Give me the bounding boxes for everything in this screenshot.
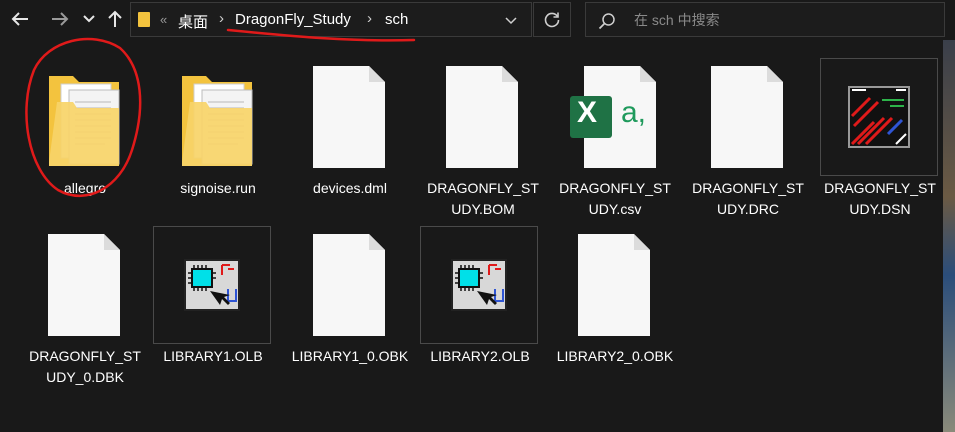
breadcrumb-sch[interactable]: sch [385,11,408,28]
file-item-dragonfly-study-csv[interactable]: X a, DRAGONFLY_STUDY.csv [554,57,674,217]
file-item-library2-olb[interactable]: LIBRARY2.OLB [419,225,539,385]
search-input[interactable] [634,10,924,30]
orcad-olb-icon [153,226,271,344]
file-item-devices-dml[interactable]: devices.dml [289,57,409,217]
arrow-up-icon [108,10,122,27]
excel-badge: X [577,96,598,129]
search-box[interactable] [585,2,945,37]
file-name: LIBRARY2.OLB [430,348,530,364]
file-name: DRAGONFLY_STUDY_0.DBK [29,348,141,385]
file-item-library1-0-obk[interactable]: LIBRARY1_0.OBK [289,225,409,385]
chevron-down-icon [83,15,95,23]
recent-locations-button[interactable] [80,6,98,32]
file-name: LIBRARY1.OLB [163,348,263,364]
file-name: LIBRARY2_0.OBK [556,348,674,364]
file-name: DRAGONFLY_STUDY.csv [559,180,671,217]
csv-preview-text: a, [621,96,647,129]
folder-icon [30,58,138,176]
file-name: DRAGONFLY_STUDY.DSN [824,180,936,217]
orcad-olb-icon [420,226,538,344]
document-icon [295,226,403,344]
desktop-background-edge [943,40,955,432]
arrow-left-icon [11,12,28,26]
address-bar[interactable]: « 桌面 › DragonFly_Study › sch [130,2,532,37]
refresh-icon [544,12,560,27]
search-icon [598,12,616,35]
file-item-dragonfly-study-0-dbk[interactable]: DRAGONFLY_STUDY_0.DBK [24,225,144,385]
file-name: DRAGONFLY_STUDY.BOM [427,180,539,217]
breadcrumb-separator-icon[interactable]: › [367,10,372,27]
breadcrumb-desktop[interactable]: 桌面 [178,11,208,32]
file-name: devices.dml [313,180,387,196]
folder-icon [163,58,271,176]
document-icon [295,58,403,176]
arrow-right-icon [52,12,69,26]
file-name: DRAGONFLY_STUDY.DRC [692,180,804,217]
excel-csv-icon: X a, [560,58,668,176]
navigation-toolbar: « 桌面 › DragonFly_Study › sch [0,0,955,40]
file-item-dragonfly-study-bom[interactable]: DRAGONFLY_STUDY.BOM [422,57,542,217]
file-name: allegro [63,180,107,196]
file-item-dragonfly-study-drc[interactable]: DRAGONFLY_STUDY.DRC [687,57,807,217]
orcad-dsn-icon [820,58,938,176]
file-item-dragonfly-study-dsn[interactable]: DRAGONFLY_STUDY.DSN [819,57,939,217]
document-icon [693,58,801,176]
address-dropdown-icon[interactable] [505,12,517,30]
document-icon [428,58,536,176]
file-item-allegro[interactable]: allegro [24,57,144,217]
up-button[interactable] [104,6,126,32]
file-item-library1-olb[interactable]: LIBRARY1.OLB [152,225,272,385]
breadcrumb-dragonfly-study[interactable]: DragonFly_Study [235,11,351,28]
file-name: LIBRARY1_0.OBK [291,348,409,364]
back-button[interactable] [6,6,34,32]
file-item-library2-0-obk[interactable]: LIBRARY2_0.OBK [554,225,674,385]
file-name: signoise.run [180,180,256,196]
folder-icon [138,12,150,27]
forward-button[interactable] [46,6,74,32]
document-icon [560,226,668,344]
refresh-button[interactable] [533,2,571,37]
document-icon [30,226,138,344]
breadcrumb-separator-icon[interactable]: › [219,10,224,27]
file-item-signoise-run[interactable]: signoise.run [157,57,277,217]
breadcrumb-overflow[interactable]: « [160,12,167,27]
